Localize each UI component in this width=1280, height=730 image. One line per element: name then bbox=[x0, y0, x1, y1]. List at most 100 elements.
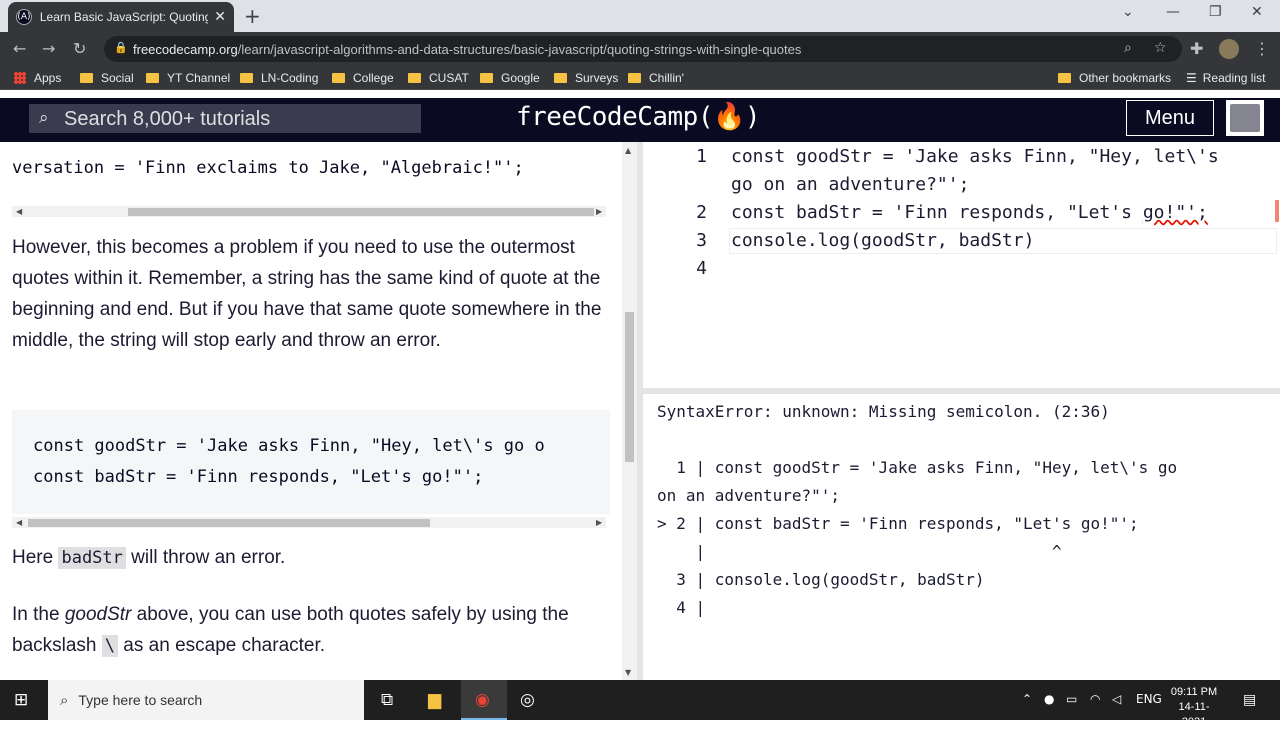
search-icon: ⌕ bbox=[60, 691, 69, 709]
taskbar-search-placeholder: Type here to search bbox=[78, 692, 203, 708]
browser-toolbar: ← → ↻ 🔒 freecodecamp.org/learn/javascrip… bbox=[0, 32, 1280, 66]
fcc-logo[interactable]: freeCodeCamp(🔥) bbox=[516, 102, 761, 132]
scroll-down-icon[interactable]: ▼ bbox=[625, 668, 631, 677]
lesson-panel: versation = 'Finn exclaims to Jake, "Alg… bbox=[0, 142, 622, 680]
bookmark-apps[interactable]: Apps bbox=[14, 71, 61, 85]
chrome-menu-icon[interactable]: ⋮ bbox=[1254, 39, 1270, 58]
fcc-search-input[interactable]: ⌕ Search 8,000+ tutorials bbox=[29, 104, 421, 133]
horizontal-scrollbar[interactable]: ◀ ▶ bbox=[12, 206, 606, 217]
address-bar[interactable]: 🔒 freecodecamp.org/learn/javascript-algo… bbox=[104, 36, 1182, 62]
editor-line[interactable]: console.log(goodStr, badStr) bbox=[731, 230, 1034, 251]
lock-icon[interactable]: 🔒 bbox=[114, 41, 128, 54]
window-close-icon[interactable]: ✕ bbox=[1251, 4, 1263, 20]
browser-tab[interactable]: (A) Learn Basic JavaScript: Quoting S ✕ bbox=[8, 2, 234, 32]
scrollbar-thumb[interactable] bbox=[128, 208, 594, 216]
reload-icon[interactable]: ↻ bbox=[73, 39, 86, 58]
console-line: | ^ bbox=[657, 542, 1062, 561]
error-marker bbox=[1275, 200, 1279, 222]
error-squiggle: go!"'; bbox=[1142, 202, 1208, 223]
bookmark-chillin[interactable]: Chillin' bbox=[628, 71, 684, 85]
obs-icon[interactable]: ◎ bbox=[520, 690, 535, 710]
chrome-taskbar-button[interactable]: ◉ bbox=[461, 680, 507, 720]
windows-taskbar: ⊞ ⌕ Type here to search ⧉ ▆ ◉ ◎ ⌃ ● ▭ ◠ … bbox=[0, 680, 1280, 728]
apps-icon bbox=[14, 72, 26, 84]
console-line: > 2 | const badStr = 'Finn responds, "Le… bbox=[657, 514, 1139, 533]
tray-overflow-icon[interactable]: ⌃ bbox=[1022, 692, 1032, 706]
scrollbar-thumb[interactable] bbox=[625, 312, 634, 462]
code-editor[interactable]: 1 2 3 4 const goodStr = 'Jake asks Finn,… bbox=[643, 142, 1280, 388]
forward-icon[interactable]: → bbox=[42, 39, 55, 58]
horizontal-scrollbar[interactable]: ◀ ▶ bbox=[12, 517, 606, 528]
taskbar-search-box[interactable]: ⌕ Type here to search bbox=[48, 680, 364, 720]
editor-line[interactable]: const goodStr = 'Jake asks Finn, "Hey, l… bbox=[731, 146, 1219, 167]
new-tab-icon[interactable]: + bbox=[244, 4, 261, 28]
folder-icon bbox=[628, 73, 641, 83]
lesson-vertical-scrollbar[interactable]: ▲ ▼ bbox=[622, 142, 637, 680]
system-clock[interactable]: 09:11 PM 14-11-2021 bbox=[1168, 685, 1220, 730]
profile-avatar[interactable] bbox=[1219, 39, 1239, 59]
bookmark-social[interactable]: Social bbox=[80, 71, 134, 85]
inline-code: badStr bbox=[58, 547, 126, 569]
folder-icon bbox=[554, 73, 567, 83]
scrollbar-thumb[interactable] bbox=[28, 519, 430, 527]
folder-icon bbox=[146, 73, 159, 83]
tab-title: Learn Basic JavaScript: Quoting S bbox=[39, 10, 209, 24]
maximize-icon[interactable]: ❐ bbox=[1209, 4, 1222, 20]
line-number: 3 bbox=[696, 230, 707, 251]
task-view-icon[interactable]: ⧉ bbox=[381, 690, 393, 710]
error-message: SyntaxError: unknown: Missing semicolon.… bbox=[657, 402, 1110, 421]
bookmark-cusat[interactable]: CUSAT bbox=[408, 71, 469, 85]
volume-icon[interactable]: ◁ bbox=[1112, 692, 1121, 706]
bookmark-surveys[interactable]: Surveys bbox=[554, 71, 618, 85]
clock-time: 09:11 PM bbox=[1170, 686, 1218, 698]
line-number: 4 bbox=[696, 258, 707, 279]
bookmark-college[interactable]: College bbox=[332, 71, 394, 85]
url-text: freecodecamp.org/learn/javascript-algori… bbox=[133, 42, 802, 57]
scroll-left-icon[interactable]: ◀ bbox=[16, 518, 22, 527]
console-line: 3 | console.log(goodStr, badStr) bbox=[657, 570, 985, 589]
search-icon: ⌕ bbox=[39, 108, 49, 128]
menu-button[interactable]: Menu bbox=[1126, 100, 1214, 136]
chrome-icon: ◉ bbox=[475, 690, 490, 710]
bookmark-ln-coding[interactable]: LN-Coding bbox=[240, 71, 318, 85]
bookmark-yt-channel[interactable]: YT Channel bbox=[146, 71, 230, 85]
scroll-left-icon[interactable]: ◀ bbox=[16, 207, 22, 216]
lesson-paragraph: In the goodStr above, you can use both q… bbox=[12, 604, 569, 657]
scroll-right-icon[interactable]: ▶ bbox=[596, 207, 602, 216]
line-number: 2 bbox=[696, 202, 707, 223]
windows-start-icon[interactable]: ⊞ bbox=[14, 690, 28, 710]
other-bookmarks[interactable]: Other bookmarks bbox=[1058, 71, 1171, 85]
bookmarks-bar: Apps Social YT Channel LN-Coding College… bbox=[0, 66, 1280, 90]
bookmark-star-icon[interactable]: ☆ bbox=[1154, 40, 1167, 56]
output-console: SyntaxError: unknown: Missing semicolon.… bbox=[643, 394, 1280, 680]
scroll-up-icon[interactable]: ▲ bbox=[625, 146, 631, 155]
editor-line[interactable]: go on an adventure?"'; bbox=[731, 174, 969, 195]
folder-icon bbox=[80, 73, 93, 83]
line-number: 1 bbox=[696, 146, 707, 167]
reading-list[interactable]: ☰ Reading list bbox=[1186, 71, 1265, 85]
reading-list-icon: ☰ bbox=[1186, 71, 1197, 85]
back-icon[interactable]: ← bbox=[13, 39, 26, 58]
lesson-paragraph: Here badStr will throw an error. bbox=[12, 547, 286, 569]
code-snippet-top: versation = 'Finn exclaims to Jake, "Alg… bbox=[12, 158, 524, 178]
file-explorer-icon[interactable]: ▆ bbox=[428, 690, 441, 710]
battery-icon[interactable]: ▭ bbox=[1066, 692, 1077, 706]
console-line: 4 | bbox=[657, 598, 706, 617]
clock-date: 14-11-2021 bbox=[1178, 701, 1210, 728]
tab-search-icon[interactable]: ⌄ bbox=[1122, 4, 1134, 20]
tab-close-icon[interactable]: ✕ bbox=[214, 9, 226, 25]
editor-line[interactable]: const badStr = 'Finn responds, "Let's go… bbox=[731, 202, 1208, 223]
extensions-icon[interactable]: ✚ bbox=[1190, 39, 1203, 58]
bookmark-google[interactable]: Google bbox=[480, 71, 540, 85]
wifi-icon[interactable]: ◠ bbox=[1090, 692, 1100, 706]
scroll-right-icon[interactable]: ▶ bbox=[596, 518, 602, 527]
minimize-icon[interactable]: — bbox=[1166, 4, 1180, 20]
language-indicator[interactable]: ENG bbox=[1136, 692, 1162, 706]
code-line: const goodStr = 'Jake asks Finn, "Hey, l… bbox=[33, 436, 545, 456]
zoom-icon[interactable]: ⌕ bbox=[1124, 40, 1132, 56]
code-line: const badStr = 'Finn responds, "Let's go… bbox=[33, 467, 484, 487]
user-avatar[interactable] bbox=[1226, 100, 1264, 136]
notifications-icon[interactable]: ▤ bbox=[1243, 692, 1256, 708]
folder-icon bbox=[240, 73, 253, 83]
microphone-icon[interactable]: ● bbox=[1044, 692, 1054, 706]
